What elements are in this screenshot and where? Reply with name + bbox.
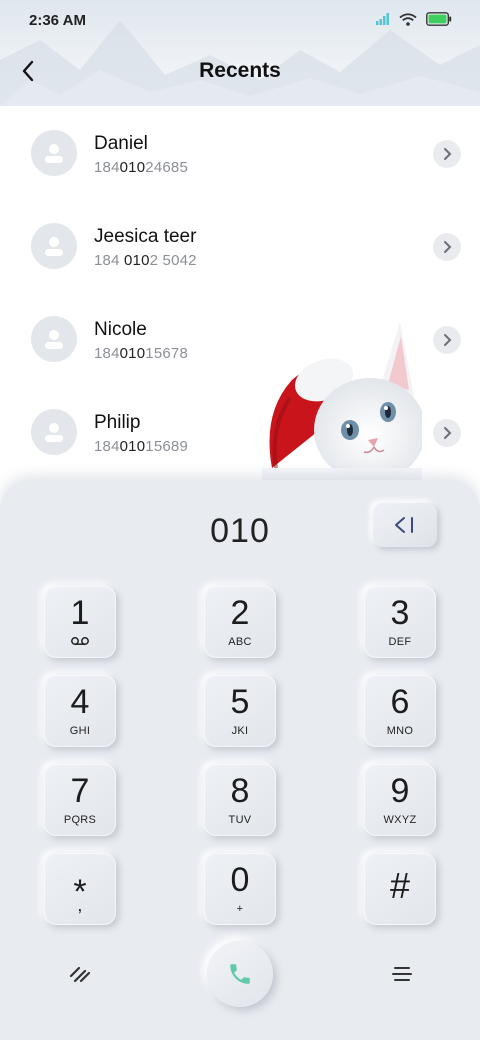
key-letters: MNO xyxy=(386,725,414,737)
key-letters: , xyxy=(77,895,83,915)
backspace-button[interactable] xyxy=(373,503,437,547)
key-digit: 2 xyxy=(230,594,250,632)
key-letters: PQRS xyxy=(63,814,97,826)
key-2[interactable]: 2 ABC xyxy=(204,586,276,658)
key-letters: JKI xyxy=(231,725,249,737)
contact-name: Daniel xyxy=(94,133,148,154)
person-icon xyxy=(45,330,63,349)
key-1[interactable]: 1 xyxy=(44,586,116,658)
contact-name: Jeesica teer xyxy=(94,226,197,247)
avatar xyxy=(31,223,77,269)
kitten-sticker xyxy=(262,322,422,480)
phone-icon xyxy=(230,964,250,984)
details-button[interactable] xyxy=(433,326,461,354)
key-0[interactable]: 0 + xyxy=(204,853,276,925)
avatar xyxy=(31,409,77,455)
key-digit: 7 xyxy=(70,772,90,810)
key-7[interactable]: 7 PQRS xyxy=(44,764,116,836)
header: 2:36 AM Recents xyxy=(0,0,480,106)
wifi-icon xyxy=(399,12,417,26)
double-slash-icon xyxy=(69,966,91,983)
chevron-right-icon xyxy=(444,334,452,346)
page-title: Recents xyxy=(199,59,281,82)
key-star[interactable]: * , xyxy=(44,853,116,925)
menu-button[interactable] xyxy=(382,958,422,990)
menu-lines-icon xyxy=(392,967,412,981)
person-icon xyxy=(45,423,63,442)
key-letters: GHI xyxy=(69,725,91,737)
voicemail-icon xyxy=(71,637,89,645)
key-digit: 6 xyxy=(390,683,410,721)
avatar xyxy=(31,316,77,362)
key-letters: DEF xyxy=(388,636,412,648)
contact-number: 18401024685 xyxy=(94,159,188,176)
key-digit: 0 xyxy=(230,861,250,899)
dialpad-panel: 010 1 2 ABC 3 DEF 4 GHI 5 JKI 6 MNO 7 PQ… xyxy=(0,480,480,1040)
contact-name: Nicole xyxy=(94,319,147,340)
contact-number: 18401015678 xyxy=(94,345,188,362)
key-digit: 5 xyxy=(230,683,250,721)
recent-item[interactable]: Daniel 18401024685 xyxy=(0,106,480,199)
details-button[interactable] xyxy=(433,140,461,168)
key-9[interactable]: 9 WXYZ xyxy=(364,764,436,836)
details-button[interactable] xyxy=(433,233,461,261)
key-3[interactable]: 3 DEF xyxy=(364,586,436,658)
key-hash[interactable]: # xyxy=(364,853,436,925)
key-letters: WXYZ xyxy=(383,814,417,826)
key-digit: 9 xyxy=(390,772,410,810)
recent-item[interactable]: Jeesica teer 184 0102 5042 xyxy=(0,199,480,292)
details-button[interactable] xyxy=(433,419,461,447)
avatar xyxy=(31,130,77,176)
key-6[interactable]: 6 MNO xyxy=(364,675,436,747)
key-8[interactable]: 8 TUV xyxy=(204,764,276,836)
chevron-right-icon xyxy=(444,241,452,253)
key-digit: # xyxy=(389,865,411,906)
key-letters: + xyxy=(236,903,244,915)
key-digit: 3 xyxy=(390,594,410,632)
key-5[interactable]: 5 JKI xyxy=(204,675,276,747)
key-letters: ABC xyxy=(228,636,252,648)
key-letters: TUV xyxy=(228,814,252,826)
signal-icon xyxy=(376,13,389,25)
key-digit: 8 xyxy=(230,772,250,810)
status-time: 2:36 AM xyxy=(29,12,86,29)
key-digit: 4 xyxy=(70,683,90,721)
backspace-icon xyxy=(395,517,413,533)
contact-name: Philip xyxy=(94,412,141,433)
contact-number: 18401015689 xyxy=(94,438,188,455)
battery-icon xyxy=(426,12,452,26)
key-digit: 1 xyxy=(70,594,90,632)
key-4[interactable]: 4 GHI xyxy=(44,675,116,747)
person-icon xyxy=(45,144,63,163)
contact-number: 184 0102 5042 xyxy=(94,252,197,269)
chevron-right-icon xyxy=(444,148,452,160)
chevron-right-icon xyxy=(444,427,452,439)
call-button[interactable] xyxy=(207,941,273,1007)
collapse-button[interactable] xyxy=(60,958,100,990)
status-icons xyxy=(376,12,452,26)
person-icon xyxy=(45,237,63,256)
